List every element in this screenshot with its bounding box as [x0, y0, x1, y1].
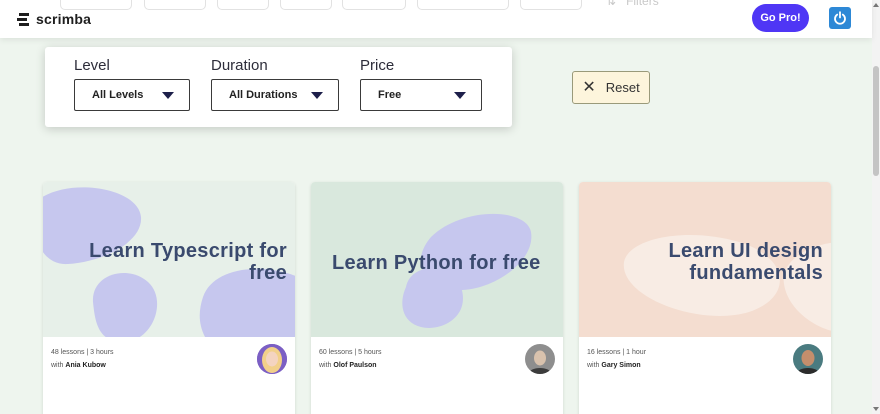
- duration-select[interactable]: All Durations: [211, 79, 339, 111]
- course-card[interactable]: Learn Python for free 60 lessons | 5 hou…: [311, 182, 563, 414]
- level-filter: Level All Levels: [74, 57, 190, 111]
- duration-label: Duration: [211, 57, 268, 74]
- with-label: with: [51, 362, 64, 369]
- reset-button[interactable]: ✕ Reset: [572, 71, 650, 104]
- course-author: Ania Kubow: [65, 362, 106, 369]
- power-glyph-icon: [834, 11, 846, 25]
- course-title-line: Learn Typescript for: [89, 240, 287, 262]
- course-author-line: with Ania Kubow: [51, 359, 114, 372]
- with-label: with: [587, 362, 600, 369]
- duration-filter: Duration All Durations: [211, 57, 339, 111]
- close-icon: ✕: [582, 78, 596, 96]
- scroll-down-arrow-icon[interactable]: [873, 407, 879, 411]
- price-label: Price: [360, 57, 395, 74]
- dropdown-arrow-icon: [454, 91, 466, 99]
- course-title-line: fundamentals: [689, 262, 823, 284]
- price-select[interactable]: Free: [360, 79, 482, 111]
- filters-toggle[interactable]: ⇅ Filters: [606, 0, 659, 8]
- category-chip[interactable]: [144, 0, 206, 10]
- course-meta: 60 lessons | 5 hours with Olof Paulson: [319, 346, 382, 372]
- scrollbar-thumb[interactable]: [873, 66, 879, 176]
- course-meta: 16 lessons | 1 hour with Gary Simon: [587, 346, 646, 372]
- course-lessons: 16 lessons | 1 hour: [587, 349, 647, 356]
- course-thumbnail: Learn UI design fundamentals: [579, 182, 831, 337]
- power-icon[interactable]: [829, 7, 851, 29]
- category-chip[interactable]: [280, 0, 332, 10]
- with-label: with: [319, 362, 332, 369]
- filter-panel: Level All Levels Duration All Durations …: [45, 47, 512, 127]
- category-chip[interactable]: [60, 0, 132, 10]
- brand-logo-link[interactable]: scrimba: [16, 11, 91, 27]
- course-author-line: with Gary Simon: [587, 359, 646, 372]
- course-title-line: free: [249, 262, 287, 284]
- category-chip[interactable]: [217, 0, 269, 10]
- course-title: Learn UI design fundamentals: [668, 240, 823, 284]
- course-lessons: 48 lessons | 3 hours: [51, 349, 114, 356]
- category-chip[interactable]: [417, 0, 509, 10]
- dropdown-arrow-icon: [162, 91, 174, 99]
- course-lessons: 60 lessons | 5 hours: [319, 349, 382, 356]
- avatar: [257, 344, 287, 374]
- reset-label: Reset: [605, 80, 640, 95]
- course-thumbnail: Learn Python for free: [311, 182, 563, 337]
- price-filter: Price Free: [360, 57, 482, 111]
- course-title: Learn Typescript for free: [89, 240, 287, 284]
- filters-label: Filters: [626, 0, 659, 8]
- go-pro-button[interactable]: Go Pro!: [752, 4, 809, 32]
- scrimba-logo-icon: [17, 13, 29, 26]
- duration-value: All Durations: [229, 89, 298, 101]
- category-chips-row: [0, 0, 872, 10]
- avatar: [793, 344, 823, 374]
- author-photo: [257, 344, 287, 374]
- top-header: ⇅ Filters scrimba Go Pro!: [0, 0, 872, 38]
- category-chip[interactable]: [520, 0, 582, 10]
- price-value: Free: [378, 89, 402, 101]
- course-card[interactable]: Learn UI design fundamentals 16 lessons …: [579, 182, 831, 414]
- page-scrollbar[interactable]: [872, 0, 880, 414]
- course-author-line: with Olof Paulson: [319, 359, 382, 372]
- author-photo: [525, 344, 555, 374]
- category-chip[interactable]: [342, 0, 406, 10]
- filter-icon: ⇅: [606, 0, 617, 8]
- level-select[interactable]: All Levels: [74, 79, 190, 111]
- course-title: Learn Python for free: [332, 252, 541, 274]
- course-card[interactable]: Learn Typescript for free 48 lessons | 3…: [43, 182, 295, 414]
- course-author: Gary Simon: [601, 362, 641, 369]
- avatar: [525, 344, 555, 374]
- level-value: All Levels: [92, 89, 144, 101]
- course-thumbnail: Learn Typescript for free: [43, 182, 295, 337]
- course-author: Olof Paulson: [333, 362, 377, 369]
- course-title-line: Learn Python for free: [332, 252, 541, 274]
- course-meta: 48 lessons | 3 hours with Ania Kubow: [51, 346, 114, 372]
- level-label: Level: [74, 57, 110, 74]
- brand-name: scrimba: [36, 11, 92, 27]
- dropdown-arrow-icon: [311, 91, 323, 99]
- course-title-line: Learn UI design: [668, 240, 823, 262]
- scroll-up-arrow-icon[interactable]: [873, 3, 879, 7]
- author-photo: [793, 344, 823, 374]
